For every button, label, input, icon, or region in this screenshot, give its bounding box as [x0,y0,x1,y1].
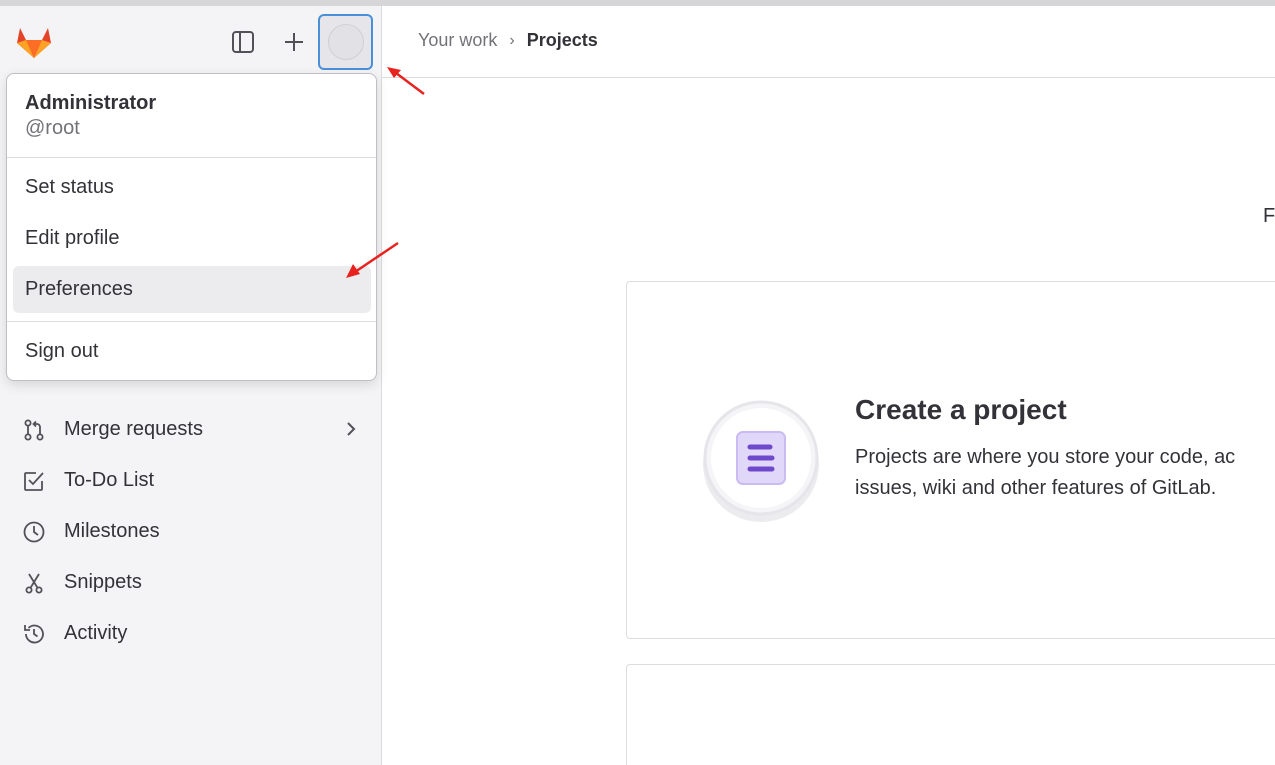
sidebar-item-todo-list[interactable]: To-Do List [0,455,382,506]
project-illustration-icon [701,398,821,522]
sidebar-item-merge-requests[interactable]: Merge requests [0,404,382,455]
breadcrumb-your-work-link[interactable]: Your work [418,30,497,51]
toggle-sidebar-button[interactable] [225,24,261,60]
edit-profile-menu-item[interactable]: Edit profile [13,215,371,262]
breadcrumb-separator: › [509,31,515,49]
todo-icon [20,467,48,495]
create-project-card[interactable]: Create a project Projects are where you … [626,281,1275,639]
breadcrumb-current: Projects [526,30,598,50]
card-title: Create a project [855,394,1067,425]
sidebar-item-activity[interactable]: Activity [0,608,382,659]
set-status-menu-item[interactable]: Set status [13,164,371,211]
user-info[interactable]: Administrator @root [7,74,376,158]
history-icon [20,620,48,648]
annotation-arrow-icon [346,241,399,278]
user-handle: @root [25,117,80,139]
truncated-text: F [1263,205,1275,227]
sidebar-item-label: Merge requests [64,418,203,440]
card-description-line: issues, wiki and other features of GitLa… [855,477,1217,499]
sidebar-item-label: To-Do List [64,469,155,491]
clock-icon [20,518,48,546]
user-dropdown-menu: Administrator @root Set status Edit prof… [6,73,377,381]
sidebar-item-label: Milestones [64,520,160,542]
card-description-line: Projects are where you store your code, … [855,446,1236,468]
top-header: Your work › Projects [382,6,1275,78]
chevron-right-icon [347,422,356,436]
user-name: Administrator [25,92,157,114]
avatar [327,24,364,60]
scissors-icon [20,569,48,597]
user-menu-button[interactable] [318,14,373,70]
card-description: Projects are where you store your code, … [855,442,1275,504]
sidebar-item-snippets[interactable]: Snippets [0,557,382,608]
menu-divider [7,321,376,322]
plus-icon [285,33,303,51]
breadcrumb: Your work › Projects [418,30,598,51]
sign-out-menu-item[interactable]: Sign out [13,328,371,375]
gitlab-logo-icon[interactable] [14,22,54,62]
secondary-card[interactable] [626,664,1275,765]
create-new-button[interactable] [276,24,312,60]
sidebar-top-bar [0,6,382,76]
sidebar-item-label: Activity [64,622,128,644]
preferences-menu-item[interactable]: Preferences [13,266,371,313]
annotation-arrow-icon [387,67,425,95]
sidebar-item-milestones[interactable]: Milestones [0,506,382,557]
sidebar-toggle-icon [232,31,254,53]
sidebar-nav: Merge requests To-Do List Milestones Sni… [0,404,382,659]
merge-request-icon [20,416,48,444]
sidebar-item-label: Snippets [64,571,142,593]
